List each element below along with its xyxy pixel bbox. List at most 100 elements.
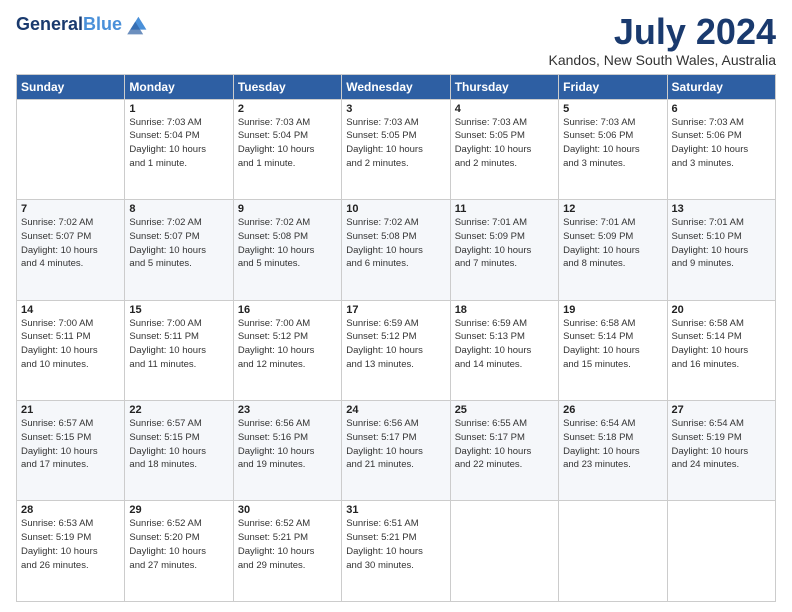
calendar-cell: 27Sunrise: 6:54 AM Sunset: 5:19 PM Dayli… — [667, 401, 775, 501]
day-number: 8 — [129, 203, 228, 215]
cell-content: Sunrise: 6:57 AM Sunset: 5:15 PM Dayligh… — [129, 417, 228, 472]
day-number: 19 — [563, 304, 662, 316]
cell-content: Sunrise: 7:02 AM Sunset: 5:08 PM Dayligh… — [346, 216, 445, 271]
day-number: 25 — [455, 404, 554, 416]
day-number: 12 — [563, 203, 662, 215]
cell-content: Sunrise: 7:03 AM Sunset: 5:04 PM Dayligh… — [129, 116, 228, 171]
cell-content: Sunrise: 7:03 AM Sunset: 5:05 PM Dayligh… — [455, 116, 554, 171]
calendar-table: SundayMondayTuesdayWednesdayThursdayFrid… — [16, 74, 776, 602]
calendar-cell: 7Sunrise: 7:02 AM Sunset: 5:07 PM Daylig… — [17, 200, 125, 300]
cell-content: Sunrise: 7:01 AM Sunset: 5:09 PM Dayligh… — [563, 216, 662, 271]
day-number: 30 — [238, 504, 337, 516]
calendar-cell — [17, 99, 125, 199]
cell-content: Sunrise: 7:01 AM Sunset: 5:09 PM Dayligh… — [455, 216, 554, 271]
calendar-week-5: 28Sunrise: 6:53 AM Sunset: 5:19 PM Dayli… — [17, 501, 776, 602]
cell-content: Sunrise: 6:58 AM Sunset: 5:14 PM Dayligh… — [563, 317, 662, 372]
day-number: 28 — [21, 504, 120, 516]
calendar-cell: 22Sunrise: 6:57 AM Sunset: 5:15 PM Dayli… — [125, 401, 233, 501]
day-number: 2 — [238, 103, 337, 115]
cell-content: Sunrise: 6:53 AM Sunset: 5:19 PM Dayligh… — [21, 517, 120, 572]
cell-content: Sunrise: 6:52 AM Sunset: 5:21 PM Dayligh… — [238, 517, 337, 572]
day-number: 24 — [346, 404, 445, 416]
cell-content: Sunrise: 7:03 AM Sunset: 5:06 PM Dayligh… — [672, 116, 771, 171]
calendar-week-1: 1Sunrise: 7:03 AM Sunset: 5:04 PM Daylig… — [17, 99, 776, 199]
calendar-cell: 18Sunrise: 6:59 AM Sunset: 5:13 PM Dayli… — [450, 300, 558, 400]
cell-content: Sunrise: 6:59 AM Sunset: 5:12 PM Dayligh… — [346, 317, 445, 372]
cell-content: Sunrise: 7:00 AM Sunset: 5:11 PM Dayligh… — [21, 317, 120, 372]
calendar-cell: 12Sunrise: 7:01 AM Sunset: 5:09 PM Dayli… — [559, 200, 667, 300]
calendar-cell: 29Sunrise: 6:52 AM Sunset: 5:20 PM Dayli… — [125, 501, 233, 602]
calendar-cell: 8Sunrise: 7:02 AM Sunset: 5:07 PM Daylig… — [125, 200, 233, 300]
calendar-cell — [450, 501, 558, 602]
calendar-cell: 3Sunrise: 7:03 AM Sunset: 5:05 PM Daylig… — [342, 99, 450, 199]
day-number: 1 — [129, 103, 228, 115]
calendar-cell — [667, 501, 775, 602]
cell-content: Sunrise: 7:03 AM Sunset: 5:05 PM Dayligh… — [346, 116, 445, 171]
calendar-cell: 26Sunrise: 6:54 AM Sunset: 5:18 PM Dayli… — [559, 401, 667, 501]
cell-content: Sunrise: 7:00 AM Sunset: 5:11 PM Dayligh… — [129, 317, 228, 372]
cell-content: Sunrise: 6:59 AM Sunset: 5:13 PM Dayligh… — [455, 317, 554, 372]
day-number: 18 — [455, 304, 554, 316]
calendar-cell: 23Sunrise: 6:56 AM Sunset: 5:16 PM Dayli… — [233, 401, 341, 501]
day-number: 6 — [672, 103, 771, 115]
title-section: July 2024 Kandos, New South Wales, Austr… — [549, 12, 777, 68]
calendar-cell: 13Sunrise: 7:01 AM Sunset: 5:10 PM Dayli… — [667, 200, 775, 300]
calendar-cell: 21Sunrise: 6:57 AM Sunset: 5:15 PM Dayli… — [17, 401, 125, 501]
calendar-cell: 28Sunrise: 6:53 AM Sunset: 5:19 PM Dayli… — [17, 501, 125, 602]
cell-content: Sunrise: 7:02 AM Sunset: 5:07 PM Dayligh… — [21, 216, 120, 271]
day-header-tuesday: Tuesday — [233, 74, 341, 99]
day-number: 11 — [455, 203, 554, 215]
calendar-cell: 2Sunrise: 7:03 AM Sunset: 5:04 PM Daylig… — [233, 99, 341, 199]
cell-content: Sunrise: 6:54 AM Sunset: 5:19 PM Dayligh… — [672, 417, 771, 472]
header: GeneralBlue July 2024 Kandos, New South … — [16, 12, 776, 68]
cell-content: Sunrise: 6:57 AM Sunset: 5:15 PM Dayligh… — [21, 417, 120, 472]
calendar-cell: 9Sunrise: 7:02 AM Sunset: 5:08 PM Daylig… — [233, 200, 341, 300]
calendar-week-4: 21Sunrise: 6:57 AM Sunset: 5:15 PM Dayli… — [17, 401, 776, 501]
day-number: 22 — [129, 404, 228, 416]
day-number: 31 — [346, 504, 445, 516]
cell-content: Sunrise: 6:58 AM Sunset: 5:14 PM Dayligh… — [672, 317, 771, 372]
calendar-cell: 16Sunrise: 7:00 AM Sunset: 5:12 PM Dayli… — [233, 300, 341, 400]
day-number: 14 — [21, 304, 120, 316]
day-number: 20 — [672, 304, 771, 316]
day-number: 29 — [129, 504, 228, 516]
cell-content: Sunrise: 7:02 AM Sunset: 5:07 PM Dayligh… — [129, 216, 228, 271]
day-header-saturday: Saturday — [667, 74, 775, 99]
cell-content: Sunrise: 6:51 AM Sunset: 5:21 PM Dayligh… — [346, 517, 445, 572]
day-number: 23 — [238, 404, 337, 416]
location: Kandos, New South Wales, Australia — [549, 52, 777, 68]
day-number: 3 — [346, 103, 445, 115]
cell-content: Sunrise: 6:56 AM Sunset: 5:17 PM Dayligh… — [346, 417, 445, 472]
day-number: 9 — [238, 203, 337, 215]
logo: GeneralBlue — [16, 12, 148, 38]
page: GeneralBlue July 2024 Kandos, New South … — [0, 0, 792, 612]
day-header-thursday: Thursday — [450, 74, 558, 99]
cell-content: Sunrise: 6:56 AM Sunset: 5:16 PM Dayligh… — [238, 417, 337, 472]
day-header-monday: Monday — [125, 74, 233, 99]
calendar-cell: 17Sunrise: 6:59 AM Sunset: 5:12 PM Dayli… — [342, 300, 450, 400]
calendar-cell: 20Sunrise: 6:58 AM Sunset: 5:14 PM Dayli… — [667, 300, 775, 400]
calendar-week-2: 7Sunrise: 7:02 AM Sunset: 5:07 PM Daylig… — [17, 200, 776, 300]
cell-content: Sunrise: 6:54 AM Sunset: 5:18 PM Dayligh… — [563, 417, 662, 472]
calendar-cell: 19Sunrise: 6:58 AM Sunset: 5:14 PM Dayli… — [559, 300, 667, 400]
cell-content: Sunrise: 7:01 AM Sunset: 5:10 PM Dayligh… — [672, 216, 771, 271]
cell-content: Sunrise: 6:52 AM Sunset: 5:20 PM Dayligh… — [129, 517, 228, 572]
cell-content: Sunrise: 6:55 AM Sunset: 5:17 PM Dayligh… — [455, 417, 554, 472]
calendar-week-3: 14Sunrise: 7:00 AM Sunset: 5:11 PM Dayli… — [17, 300, 776, 400]
cell-content: Sunrise: 7:03 AM Sunset: 5:06 PM Dayligh… — [563, 116, 662, 171]
day-number: 5 — [563, 103, 662, 115]
day-number: 4 — [455, 103, 554, 115]
day-header-wednesday: Wednesday — [342, 74, 450, 99]
day-number: 15 — [129, 304, 228, 316]
calendar-cell: 5Sunrise: 7:03 AM Sunset: 5:06 PM Daylig… — [559, 99, 667, 199]
day-header-friday: Friday — [559, 74, 667, 99]
day-number: 13 — [672, 203, 771, 215]
day-number: 7 — [21, 203, 120, 215]
calendar-cell: 15Sunrise: 7:00 AM Sunset: 5:11 PM Dayli… — [125, 300, 233, 400]
calendar-cell: 1Sunrise: 7:03 AM Sunset: 5:04 PM Daylig… — [125, 99, 233, 199]
calendar-cell: 31Sunrise: 6:51 AM Sunset: 5:21 PM Dayli… — [342, 501, 450, 602]
calendar-cell: 24Sunrise: 6:56 AM Sunset: 5:17 PM Dayli… — [342, 401, 450, 501]
cell-content: Sunrise: 7:00 AM Sunset: 5:12 PM Dayligh… — [238, 317, 337, 372]
day-number: 10 — [346, 203, 445, 215]
calendar-cell: 14Sunrise: 7:00 AM Sunset: 5:11 PM Dayli… — [17, 300, 125, 400]
